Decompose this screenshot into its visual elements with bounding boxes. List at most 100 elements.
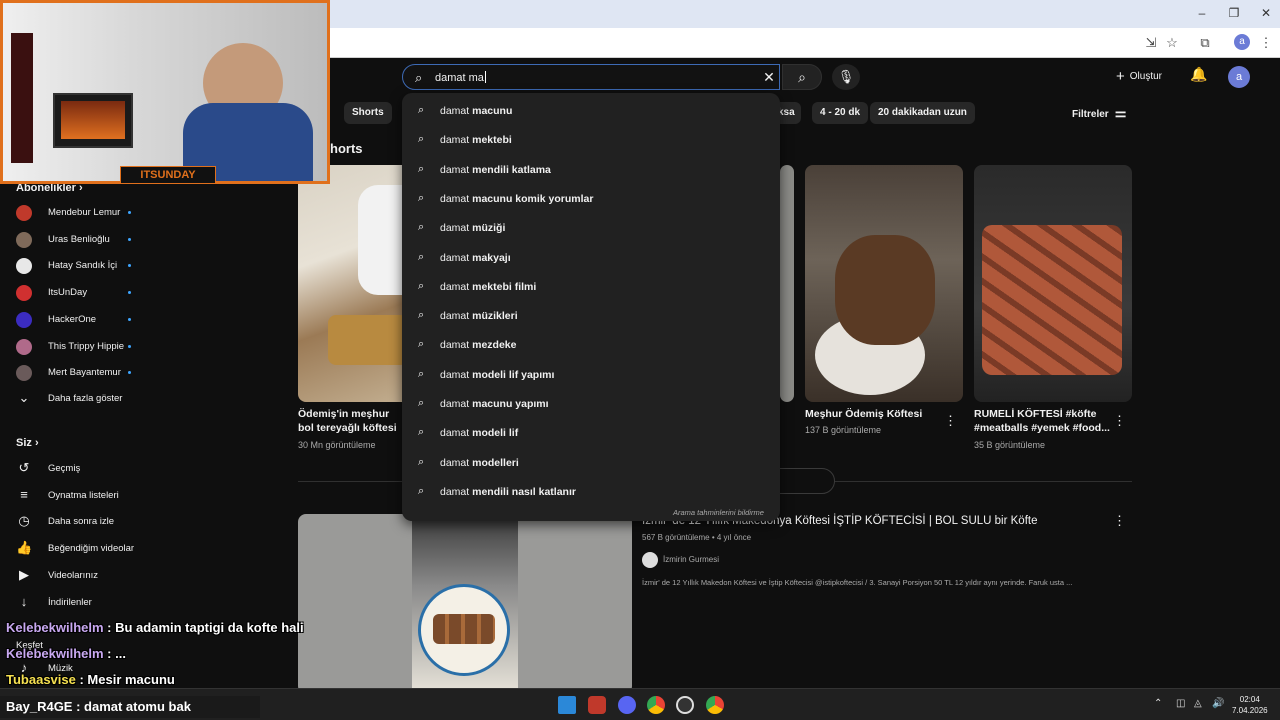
search-icon: ⌕: [418, 455, 425, 468]
suggestion-text: damat mezdeke: [440, 339, 517, 352]
sidebar-item-thumbs-up[interactable]: 👍 Beğendiğim videolar: [0, 538, 154, 560]
notifications-bell-icon[interactable]: 🔔: [1190, 66, 1207, 83]
playlist-icon: ≡: [20, 486, 28, 502]
sidebar-item-label: Daha sonra izle: [48, 516, 115, 528]
short-views: 30 Mn görüntüleme: [298, 440, 376, 450]
more-actions-icon[interactable]: ⋮: [1113, 513, 1126, 529]
obs-icon[interactable]: [676, 696, 694, 714]
clock[interactable]: 02:04 7.04.2026: [1232, 694, 1268, 716]
sidebar-channel[interactable]: Mert Bayantemur: [0, 362, 154, 384]
suggestion-text: damat macunu komik yorumlar: [440, 192, 594, 205]
discord-icon[interactable]: [618, 696, 636, 714]
search-suggestion[interactable]: ⌕ damat macunu komik yorumlar: [402, 185, 780, 214]
show-more-button[interactable]: ⌄ Daha fazla göster: [0, 388, 154, 410]
search-icon: ⌕: [418, 104, 425, 116]
you-heading[interactable]: Siz ›: [16, 437, 39, 449]
report-suggestions-link[interactable]: Arama tahminlerini bildirme: [673, 508, 764, 517]
tray-chevron-icon[interactable]: ⌃: [1154, 698, 1162, 709]
sidebar-item-playlist[interactable]: ≡ Oynatma listeleri: [0, 485, 154, 507]
sidebar-channel[interactable]: Mendebur Lemur: [0, 202, 154, 224]
more-actions-icon[interactable]: ⋮: [1113, 413, 1126, 429]
channel-avatar: [16, 258, 32, 275]
search-suggestion[interactable]: ⌕ damat modeli lif yapımı: [402, 361, 780, 390]
minimize-button[interactable]: –: [1192, 6, 1212, 20]
search-icon: ⌕: [418, 250, 425, 263]
video-thumbnail[interactable]: [298, 514, 632, 694]
volume-icon[interactable]: 🔊: [1212, 698, 1224, 709]
monitor: [53, 93, 133, 148]
sidebar: Abonelikler › Mendebur Lemur Uras Benlioğ…: [0, 180, 154, 690]
search-suggestion[interactable]: ⌕ damat mendili nasıl katlanır: [402, 478, 780, 507]
more-actions-icon[interactable]: ⋮: [944, 413, 957, 429]
sidebar-channel[interactable]: Hatay Sandık İçi: [0, 255, 154, 277]
chip-over-20-min[interactable]: 20 dakikadan uzun: [870, 102, 975, 124]
channel-name: This Trippy Hippie: [48, 340, 125, 352]
browser-profile-avatar[interactable]: a: [1234, 34, 1250, 50]
chrome-icon[interactable]: [706, 696, 724, 714]
search-suggestion[interactable]: ⌕ damat mezdeke: [402, 331, 780, 360]
tray-app-icon[interactable]: ◫: [1176, 698, 1185, 709]
browser-menu-icon[interactable]: ⋮: [1257, 35, 1275, 51]
short-thumbnail-partial[interactable]: [780, 165, 794, 402]
search-suggestion[interactable]: ⌕ damat mendili katlama: [402, 156, 780, 185]
short-title[interactable]: Meşhur Ödemiş Köftesi: [805, 407, 940, 421]
suggestion-text: damat modeli lif yapımı: [440, 368, 555, 381]
short-title[interactable]: RUMELİ KÖFTESİ #köfte #meatballs #yemek …: [974, 407, 1112, 435]
extensions-icon[interactable]: ⧉: [1196, 35, 1214, 51]
short-thumbnail[interactable]: [805, 165, 963, 402]
search-suggestion[interactable]: ⌕ damat macunu yapımı: [402, 390, 780, 419]
install-icon[interactable]: ⇲: [1142, 35, 1160, 51]
search-button[interactable]: ⌕: [782, 64, 822, 90]
short-title[interactable]: Ödemiş'in meşhur bol tereyağlı köftesi .…: [298, 407, 402, 435]
sidebar-item-clock[interactable]: ◷ Daha sonra izle: [0, 511, 154, 533]
chip-4-20-min[interactable]: 4 - 20 dk: [812, 102, 869, 124]
search-suggestion[interactable]: ⌕ damat macunu: [402, 97, 780, 126]
search-suggestion[interactable]: ⌕ damat mektebi filmi: [402, 273, 780, 302]
channel-avatar[interactable]: [642, 552, 658, 568]
sidebar-channel[interactable]: ItsUnDay: [0, 282, 154, 304]
voice-search-button[interactable]: 🎙: [832, 64, 860, 90]
new-content-dot: [128, 344, 131, 348]
create-button[interactable]: + Oluştur: [1116, 66, 1178, 88]
suggestion-text: damat modeli lif: [440, 427, 519, 440]
sidebar-channel[interactable]: This Trippy Hippie: [0, 336, 154, 358]
search-suggestions-dropdown: ⌕ damat macunu ⌕ damat mektebi ⌕ damat mendil…: [402, 93, 780, 521]
search-suggestion[interactable]: ⌕ damat mektebi: [402, 126, 780, 155]
chrome-icon[interactable]: [647, 696, 665, 714]
channel-name: ItsUnDay: [48, 287, 88, 299]
thumbs-up-icon: 👍: [16, 540, 33, 556]
search-icon: ⌕: [418, 397, 425, 409]
channel-avatar: [16, 231, 32, 248]
app-icon[interactable]: [588, 696, 606, 714]
account-avatar[interactable]: a: [1228, 66, 1250, 88]
filter-sliders-icon: ⚌: [1114, 105, 1127, 120]
clear-search-button[interactable]: ✕: [758, 68, 780, 86]
sidebar-channel[interactable]: Uras Benlioğlu: [0, 229, 154, 251]
chip-shorts[interactable]: Shorts: [344, 102, 392, 124]
search-input[interactable]: ⌕ damat ma: [402, 64, 780, 90]
sidebar-item-video[interactable]: ▶ Videolarınız: [0, 565, 154, 587]
wifi-icon[interactable]: ◬: [1194, 698, 1202, 709]
search-suggestion[interactable]: ⌕ damat makyajı: [402, 244, 780, 273]
search-icon: ⌕: [418, 133, 425, 146]
sidebar-item-label: Beğendiğim videolar: [48, 543, 135, 555]
sidebar-item-history[interactable]: ↺ Geçmiş: [0, 458, 154, 480]
search-suggestion[interactable]: ⌕ damat müziği: [402, 214, 780, 243]
search-icon: ⌕: [798, 69, 806, 85]
search-suggestion[interactable]: ⌕ damat modeli lif: [402, 419, 780, 448]
history-icon: ↺: [18, 460, 30, 475]
sidebar-item-download[interactable]: ↓ İndirilenler: [0, 592, 154, 614]
sidebar-channel[interactable]: HackerOne: [0, 309, 154, 331]
search-suggestion[interactable]: ⌕ damat müzikleri: [402, 302, 780, 331]
short-thumbnail[interactable]: [974, 165, 1132, 402]
windows-start-icon[interactable]: [558, 696, 576, 714]
search-suggestion[interactable]: ⌕ damat modelleri: [402, 449, 780, 478]
webcam-name-tag: ITSUNDAY: [120, 166, 216, 184]
close-window-button[interactable]: ✕: [1256, 6, 1276, 20]
filters-button[interactable]: Filtreler ⚌: [1072, 104, 1126, 124]
bookmark-star-icon[interactable]: ☆: [1163, 35, 1181, 51]
maximize-button[interactable]: ❐: [1224, 6, 1244, 20]
channel-name[interactable]: İzmirin Gurmesi: [663, 555, 719, 564]
stream-message: Bay_R4GE : damat atomu bak: [6, 699, 191, 714]
video-icon: ▶: [19, 566, 29, 582]
